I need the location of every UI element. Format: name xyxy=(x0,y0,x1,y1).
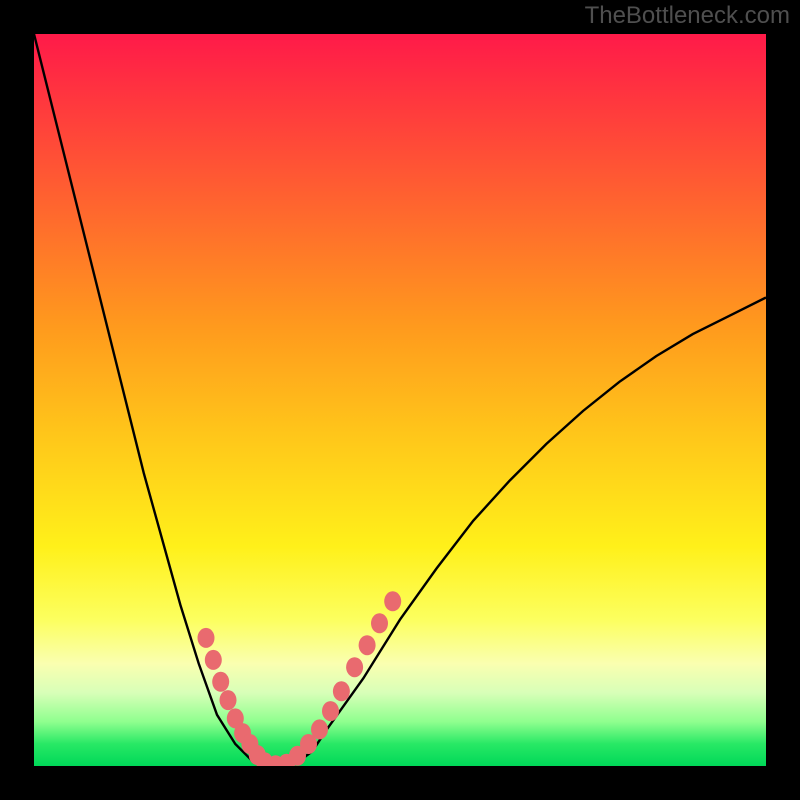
watermark-text: TheBottleneck.com xyxy=(585,2,790,30)
curve-dot xyxy=(311,719,328,739)
bottleneck-curve xyxy=(34,34,766,766)
curve-dot xyxy=(359,635,376,655)
curve-dot xyxy=(220,690,237,710)
curve-marker-dots xyxy=(198,591,402,766)
curve-dot xyxy=(205,650,222,670)
curve-dot xyxy=(322,701,339,721)
curve-dot xyxy=(198,628,215,648)
curve-dot xyxy=(212,672,229,692)
chart-overlay xyxy=(34,34,766,766)
curve-dot xyxy=(333,681,350,701)
curve-dot xyxy=(384,591,401,611)
chart-frame: TheBottleneck.com xyxy=(0,0,800,800)
curve-dot xyxy=(346,657,363,677)
curve-dot xyxy=(371,613,388,633)
